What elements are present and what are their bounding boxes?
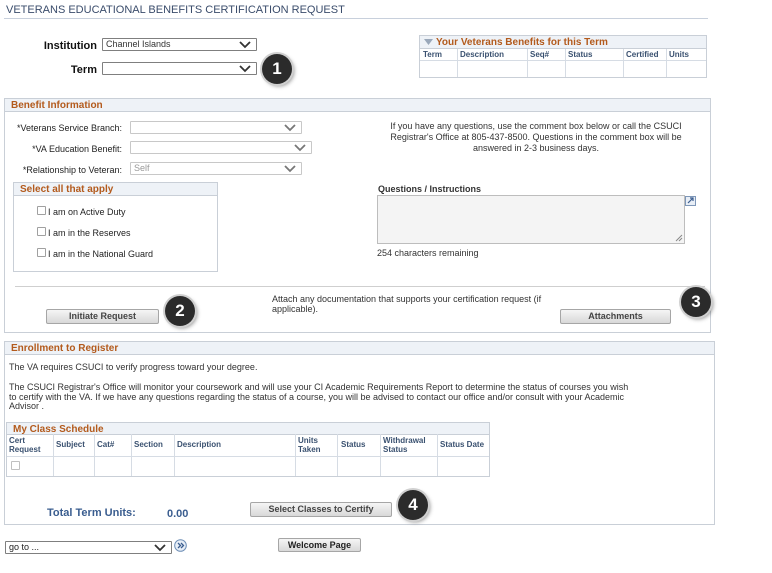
initiate-request-button[interactable]: Initiate Request [46,309,159,324]
relationship-label: *Relationship to Veteran: [22,165,122,175]
enrollment-line-2: The CSUCI Registrar's Office will monito… [9,382,629,411]
chevron-down-icon [284,165,296,173]
col-description: Description [177,440,222,449]
benefit-information-title: Benefit Information [5,99,710,112]
va-benefit-label: *VA Education Benefit: [32,144,122,154]
enrollment-title: Enrollment to Register [5,342,714,355]
institution-select[interactable]: Channel Islands [102,38,257,51]
national-guard-label: I am in the National Guard [48,249,154,259]
step-badge-4: 4 [398,490,428,520]
col-cat: Cat# [97,440,115,449]
step-badge-1: 1 [262,54,292,84]
go-arrow-icon[interactable] [174,539,187,552]
term-select[interactable] [102,62,257,75]
reserves-checkbox[interactable] [37,227,46,236]
col-status: Status [341,440,366,449]
national-guard-checkbox[interactable] [37,248,46,257]
chevron-down-icon [294,144,306,152]
reserves-label: I am in the Reserves [48,228,131,238]
section-divider [15,286,705,287]
select-all-title: Select all that apply [14,183,217,196]
relationship-select[interactable]: Self [130,162,302,175]
help-text: If you have any questions, use the comme… [390,121,682,153]
chevron-down-icon [154,544,166,552]
col-section: Section [134,440,163,449]
col-units-taken: Units Taken [298,436,321,454]
chevron-down-icon [284,124,296,132]
questions-label: Questions / Instructions [378,184,482,194]
goto-select[interactable]: go to ... [5,541,172,554]
enrollment-line-1: The VA requires CSUCI to verify progress… [9,362,258,372]
col-units: Units [669,50,689,59]
service-branch-select[interactable] [130,121,302,134]
resize-grip-icon[interactable] [674,233,683,242]
goto-value: go to ... [9,542,40,552]
service-branch-label: *Veterans Service Branch: [16,123,122,133]
step-badge-2: 2 [165,296,195,326]
active-duty-label: I am on Active Duty [48,207,126,217]
questions-textarea[interactable] [377,195,685,244]
col-withdrawal-status: Withdrawal Status [383,436,426,454]
relationship-value: Self [134,163,150,173]
title-divider [4,18,708,19]
chevron-down-icon [239,65,251,73]
select-classes-button[interactable]: Select Classes to Certify [250,502,392,517]
col-subject: Subject [56,440,85,449]
cert-request-checkbox[interactable] [11,461,20,470]
veterans-benefits-panel: Your Veterans Benefits for this Term Ter… [419,35,707,78]
total-term-units-value: 0.00 [167,508,189,520]
benefits-grid-header: Term Description Seq# Status Certified U… [420,49,706,61]
col-seq: Seq# [530,50,550,59]
welcome-page-button[interactable]: Welcome Page [278,538,361,552]
total-term-units-label: Total Term Units: [47,507,136,519]
veterans-benefits-title: Your Veterans Benefits for this Term [436,37,608,48]
col-cert-request: Cert Request [9,436,41,454]
collapse-triangle-icon[interactable] [424,38,433,46]
institution-label: Institution [43,40,97,52]
active-duty-checkbox[interactable] [37,206,46,215]
chars-remaining: 254 characters remaining [377,248,479,258]
col-certified: Certified [626,50,659,59]
step-badge-3: 3 [681,287,711,317]
attach-instructions: Attach any documentation that supports y… [272,294,542,314]
col-status: Status [568,50,593,59]
institution-value: Channel Islands [106,39,171,49]
class-schedule-title: My Class Schedule [7,423,489,435]
col-description: Description [460,50,505,59]
term-label: Term [70,64,97,76]
expand-textarea-icon[interactable] [685,196,696,206]
va-benefit-select[interactable] [130,141,312,154]
chevron-down-icon [239,41,251,49]
page-title: VETERANS EDUCATIONAL BENEFITS CERTIFICAT… [6,4,345,16]
attachments-button[interactable]: Attachments [560,309,671,324]
col-term: Term [423,50,442,59]
col-status-date: Status Date [440,440,485,449]
